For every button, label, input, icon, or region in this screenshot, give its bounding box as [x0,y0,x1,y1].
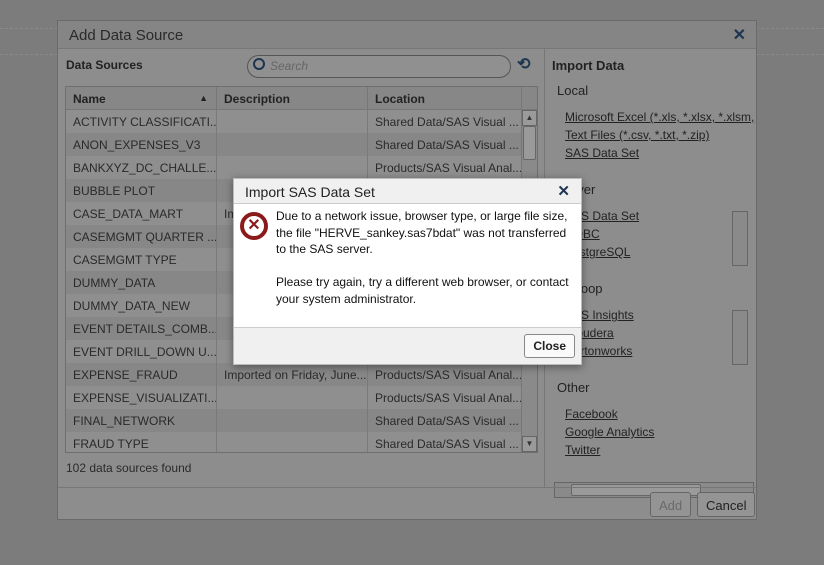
cancel-button[interactable]: Cancel [697,492,756,517]
table-cell: EVENT DRILL_DOWN U... [66,340,217,363]
table-cell: Products/SAS Visual Anal... [368,386,522,409]
table-cell: EXPENSE_FRAUD [66,363,217,386]
table-row[interactable]: FINAL_NETWORK Shared Data/SAS Visual ... [66,409,537,432]
table-cell: ANON_EXPENSES_V3 [66,133,217,156]
table-cell: CASEMGMT QUARTER ... [66,225,217,248]
table-cell: Shared Data/SAS Visual ... [368,133,522,156]
table-cell [217,133,368,156]
server-scrollbar[interactable] [732,211,748,266]
table-cell [217,110,368,133]
import-link-other[interactable]: Twitter [565,443,600,457]
section-local: Local [557,83,589,98]
table-cell: CASE_DATA_MART [66,202,217,225]
error-message: Due to a network issue, browser type, or… [276,209,568,256]
table-row[interactable]: EXPENSE_VISUALIZATI... Products/SAS Visua… [66,386,537,409]
table-cell: BUBBLE PLOT [66,179,217,202]
table-row[interactable]: FRAUD TYPE Shared Data/SAS Visual ... [66,432,537,452]
table-cell: FRAUD TYPE [66,432,217,452]
table-cell: FINAL_NETWORK [66,409,217,432]
table-row[interactable]: ANON_EXPENSES_V3 Shared Data/SAS Visual .… [66,133,537,156]
column-header-location[interactable]: Location [368,87,522,109]
column-header-name[interactable]: Name ▲ [66,87,217,109]
result-count: 102 data sources found [66,461,192,475]
import-link-local[interactable]: Microsoft Excel (*.xls, *.xlsx, *.xlsm, [565,110,754,124]
hadoop-scrollbar[interactable] [732,310,748,365]
add-button[interactable]: Add [650,492,692,517]
table-cell: Shared Data/SAS Visual ... [368,110,522,133]
column-header-description[interactable]: Description [217,87,368,109]
table-cell [217,409,368,432]
modal-title: Import SAS Data Set [234,179,581,204]
table-cell [217,386,368,409]
search-input[interactable]: Search [247,55,511,78]
import-link-local[interactable]: Text Files (*.csv, *.txt, *.zip) [565,128,709,142]
data-sources-label: Data Sources [66,58,143,72]
refresh-icon[interactable]: ⟲ [517,54,530,74]
close-icon[interactable]: ✕ [557,182,570,200]
import-link-other[interactable]: Google Analytics [565,425,654,439]
error-icon: ✕ [240,212,268,240]
table-cell: Products/SAS Visual Anal... [368,156,522,179]
table-cell: Products/SAS Visual Anal... [368,363,522,386]
section-other: Other [557,380,590,395]
sort-ascending-icon: ▲ [199,93,208,103]
table-cell: Imported on Friday, June... [217,363,368,386]
table-cell: EVENT DETAILS_COMB... [66,317,217,340]
scroll-up-icon: ▲ [522,110,537,126]
table-cell: BANKXYZ_DC_CHALLE... [66,156,217,179]
import-error-modal: Import SAS Data Set ✕ ✕ Due to a network… [233,178,582,365]
scroll-down-icon: ▼ [522,436,537,452]
table-cell: Shared Data/SAS Visual ... [368,409,522,432]
table-cell [217,432,368,452]
dialog-title: Add Data Source [58,21,756,49]
table-cell: ACTIVITY CLASSIFICATI... [66,110,217,133]
import-link-other[interactable]: Facebook [565,407,618,421]
table-cell: CASEMGMT TYPE [66,248,217,271]
table-cell: DUMMY_DATA [66,271,217,294]
table-row[interactable]: ACTIVITY CLASSIFICATI... Shared Data/SAS … [66,110,537,133]
close-icon[interactable]: ✕ [733,25,746,45]
close-button[interactable]: Close [524,334,575,358]
table-row[interactable]: BANKXYZ_DC_CHALLE... Products/SAS Visual … [66,156,537,179]
table-cell [217,156,368,179]
table-cell: Shared Data/SAS Visual ... [368,432,522,452]
scroll-thumb [523,126,536,160]
error-help: Please try again, try a different web br… [276,275,569,306]
import-data-title: Import Data [552,58,625,73]
table-cell: EXPENSE_VISUALIZATI... [66,386,217,409]
import-link-local[interactable]: SAS Data Set [565,146,639,160]
table-cell: DUMMY_DATA_NEW [66,294,217,317]
search-icon [253,58,265,70]
table-row[interactable]: EXPENSE_FRAUD Imported on Friday, June...… [66,363,537,386]
